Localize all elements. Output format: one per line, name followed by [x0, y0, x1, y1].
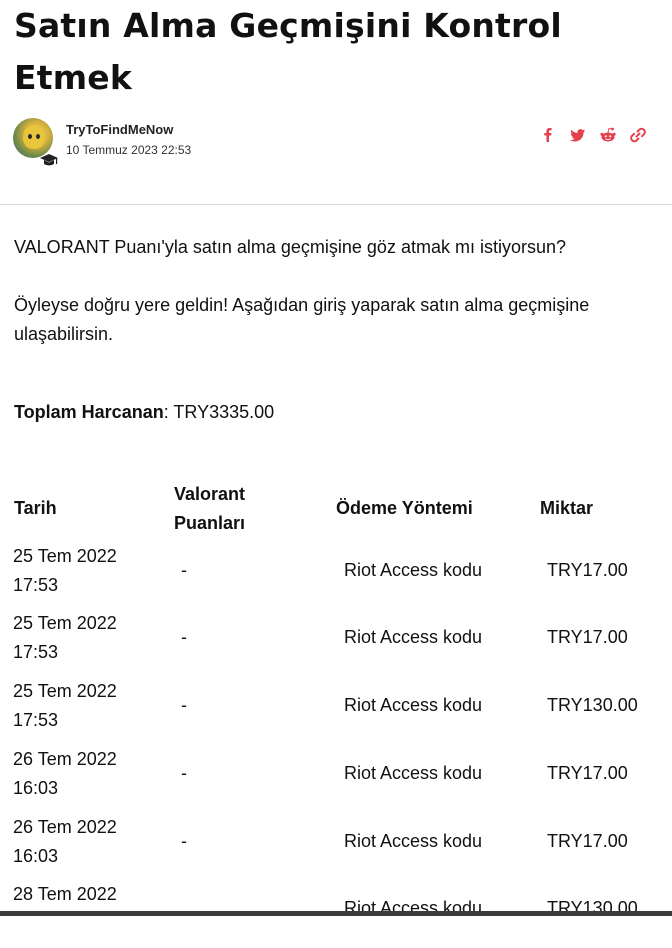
row-points: -	[181, 695, 187, 715]
twitter-icon[interactable]	[568, 125, 588, 145]
row-payment: Riot Access kodu	[344, 627, 483, 647]
table-row: 26 Tem 2022 16:03 - Riot Access kodu TRY…	[0, 745, 672, 813]
column-header-points-line1: Valorant	[174, 484, 246, 504]
total-spent-value: : TRY3335.00	[163, 402, 275, 422]
row-date: 25 Tem 2022 17:53	[13, 609, 153, 667]
author-name[interactable]: TryToFindMeNow	[66, 122, 173, 137]
row-amount: TRY17.00	[547, 831, 628, 851]
row-payment: Riot Access kodu	[344, 560, 483, 580]
row-payment: Riot Access kodu	[344, 898, 483, 918]
bottom-scroll-bar[interactable]	[0, 911, 672, 916]
row-points: -	[181, 831, 187, 851]
avatar-eye	[36, 134, 40, 139]
column-header-amount: Miktar	[540, 498, 594, 518]
row-points: -	[181, 627, 187, 647]
page-title: Satın Alma Geçmişini Kontrol Etmek	[14, 6, 562, 97]
facebook-icon[interactable]	[538, 125, 558, 145]
row-payment: Riot Access kodu	[344, 695, 483, 715]
row-date: 25 Tem 2022 17:53	[13, 677, 153, 735]
graduation-cap-icon	[39, 152, 59, 168]
total-spent: Toplam Harcanan: TRY3335.00	[14, 398, 274, 427]
row-date-day: 28 Tem 2022	[13, 884, 117, 904]
row-points: -	[181, 560, 187, 580]
table-row: 25 Tem 2022 17:53 - Riot Access kodu TRY…	[0, 542, 672, 610]
row-amount: TRY130.00	[547, 695, 638, 715]
header-divider	[0, 204, 672, 205]
column-header-points: Valorant Puanları	[174, 480, 245, 538]
avatar-face	[23, 125, 45, 149]
row-date: 25 Tem 2022 17:53	[13, 542, 153, 600]
publish-date: 10 Temmuz 2023 22:53	[66, 143, 192, 157]
row-amount: TRY17.00	[547, 560, 628, 580]
row-date-time: 17:53	[13, 710, 59, 730]
row-date-time: 16:03	[13, 778, 59, 798]
row-amount: TRY130.00	[547, 898, 638, 918]
row-date-day: 26 Tem 2022	[13, 749, 117, 769]
row-date: 28 Tem 2022	[13, 880, 153, 909]
intro-paragraph: VALORANT Puanı'yla satın alma geçmişine …	[14, 237, 566, 257]
row-payment: Riot Access kodu	[344, 763, 483, 783]
row-date: 26 Tem 2022 16:03	[13, 813, 153, 871]
row-date-day: 25 Tem 2022	[13, 546, 117, 566]
row-date-day: 26 Tem 2022	[13, 817, 117, 837]
reddit-icon[interactable]	[598, 125, 618, 145]
table-row: 25 Tem 2022 17:53 - Riot Access kodu TRY…	[0, 609, 672, 677]
link-icon[interactable]	[628, 125, 648, 145]
row-date-day: 25 Tem 2022	[13, 613, 117, 633]
row-date: 26 Tem 2022 16:03	[13, 745, 153, 803]
table-row: 26 Tem 2022 16:03 - Riot Access kodu TRY…	[0, 813, 672, 881]
row-amount: TRY17.00	[547, 627, 628, 647]
column-header-payment: Ödeme Yöntemi	[336, 498, 473, 518]
row-amount: TRY17.00	[547, 763, 628, 783]
row-payment: Riot Access kodu	[344, 831, 483, 851]
row-date-day: 25 Tem 2022	[13, 681, 117, 701]
row-points: -	[181, 763, 187, 783]
body-paragraph: Öyleyse doğru yere geldin! Aşağıdan giri…	[14, 295, 590, 344]
row-date-time: 17:53	[13, 642, 59, 662]
column-header-date: Tarih	[14, 498, 57, 518]
column-header-points-line2: Puanları	[174, 513, 246, 533]
row-date-time: 16:03	[13, 846, 59, 866]
avatar-eye	[28, 134, 32, 139]
row-date-time: 17:53	[13, 575, 59, 595]
total-spent-label: Toplam Harcanan	[14, 402, 164, 422]
table-row: 25 Tem 2022 17:53 - Riot Access kodu TRY…	[0, 677, 672, 745]
